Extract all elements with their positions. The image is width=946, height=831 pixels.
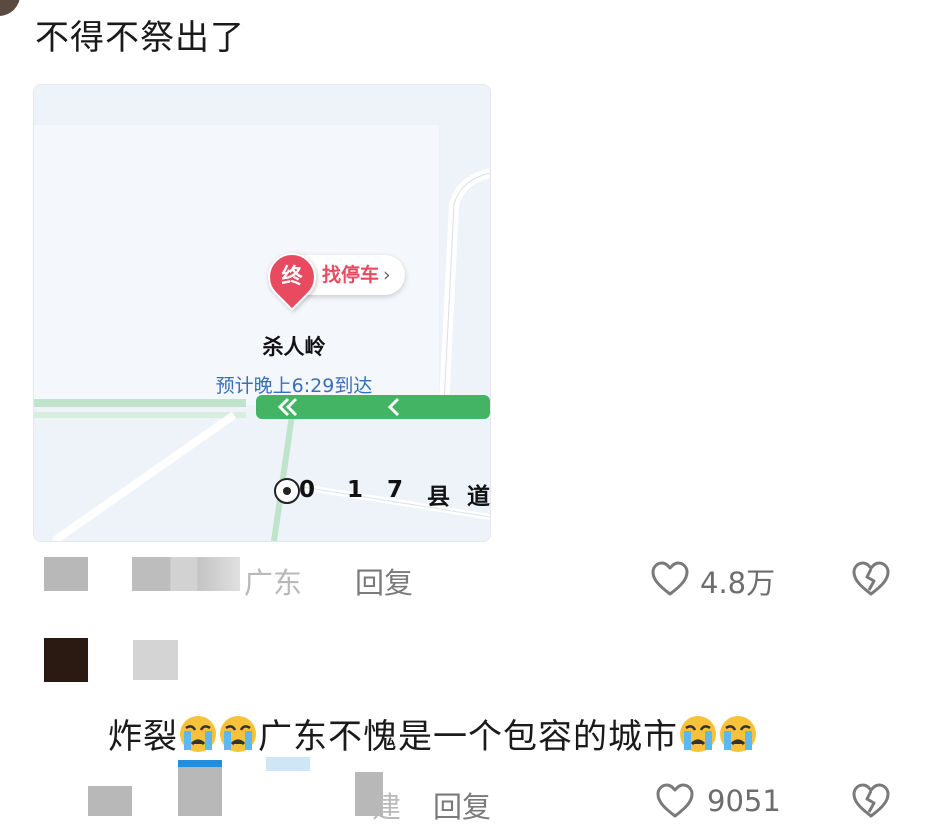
destination-marker-label: 终 bbox=[281, 264, 303, 288]
reply-button[interactable]: 回复 bbox=[355, 560, 413, 602]
heart-icon[interactable] bbox=[655, 782, 695, 822]
heart-icon[interactable] bbox=[650, 560, 690, 600]
road-label-char: 道 bbox=[467, 484, 490, 510]
road-label-char: 0 bbox=[299, 477, 316, 503]
avatar[interactable] bbox=[44, 638, 88, 682]
redacted-username bbox=[132, 557, 240, 591]
eta-text: 预计晚上6:29到达 bbox=[215, 375, 373, 397]
broken-heart-icon[interactable] bbox=[851, 560, 891, 600]
avatar[interactable] bbox=[0, 0, 20, 16]
chevron-right-icon: › bbox=[383, 264, 391, 286]
map-background bbox=[34, 85, 490, 541]
find-parking-label: 找停车 bbox=[322, 264, 380, 286]
redacted-username bbox=[133, 640, 178, 680]
redacted-block bbox=[44, 557, 88, 591]
location-label: 广东 bbox=[244, 566, 303, 600]
redacted-block bbox=[88, 786, 132, 816]
road-label-char: 县 bbox=[427, 484, 450, 510]
destination-name: 杀人岭 bbox=[262, 335, 326, 359]
comment-text: 炸裂 广东不愧是一个包容的城市 bbox=[108, 714, 758, 757]
comment-text: 不得不祭出了 bbox=[35, 18, 245, 58]
map-image[interactable]: 找停车 › 终 杀人岭 预计晚上6:29到达 0 1 7 县 道 bbox=[33, 84, 491, 542]
crying-face-icon bbox=[720, 716, 756, 752]
redacted-block bbox=[266, 757, 310, 771]
like-count: 9051 bbox=[707, 784, 781, 818]
comment-text-part: 广东不愧是一个包容的城市 bbox=[258, 717, 678, 757]
crying-face-icon bbox=[180, 716, 216, 752]
road-label-char: 1 bbox=[347, 477, 364, 503]
reply-button[interactable]: 回复 bbox=[433, 784, 491, 826]
crying-face-icon bbox=[680, 716, 716, 752]
redacted-block bbox=[178, 760, 222, 816]
crying-face-icon bbox=[220, 716, 256, 752]
location-label: 建 bbox=[372, 790, 402, 824]
current-location-icon bbox=[274, 478, 300, 504]
broken-heart-icon[interactable] bbox=[851, 782, 891, 822]
comment-text-part: 炸裂 bbox=[108, 717, 178, 757]
like-count: 4.8万 bbox=[700, 566, 776, 600]
road-label-char: 7 bbox=[387, 477, 404, 503]
